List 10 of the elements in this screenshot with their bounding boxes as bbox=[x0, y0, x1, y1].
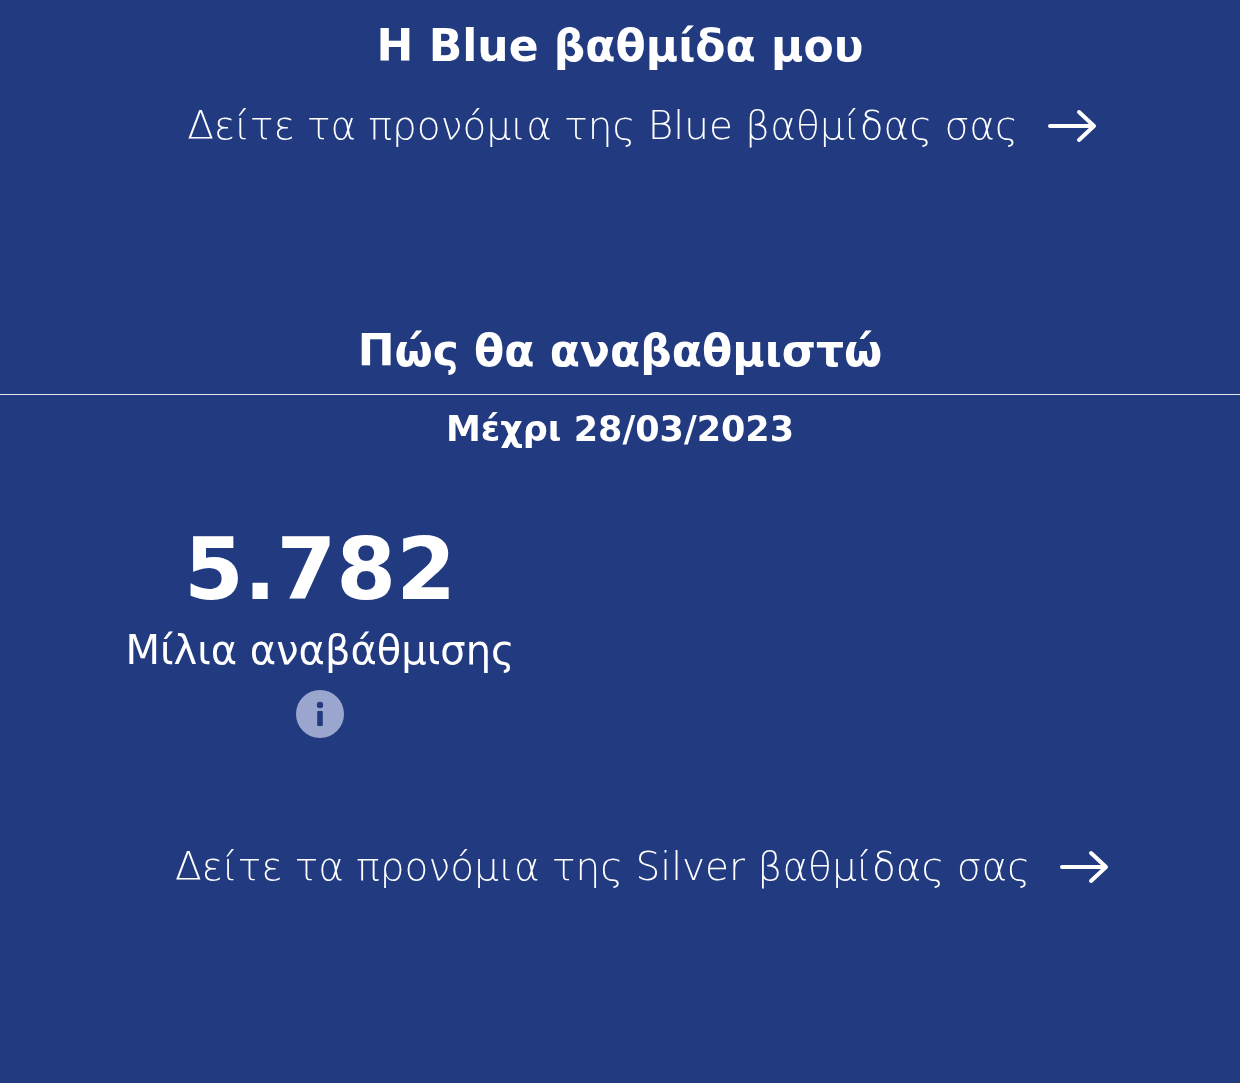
arrow-right-icon bbox=[1047, 109, 1098, 144]
page-title: Η Blue βαθμίδα μου bbox=[375, 19, 865, 73]
next-tier-benefits-link[interactable]: Δείτε τα προνόμια της Silver βαθμίδας σας bbox=[174, 837, 1111, 897]
section-title: Πώς θα αναβαθμιστώ bbox=[356, 325, 884, 379]
miles-label: Μίλια αναβάθμισης bbox=[125, 625, 515, 675]
miles-value: 5.782 bbox=[184, 525, 456, 612]
arrow-right-icon bbox=[1060, 849, 1111, 884]
deadline-text: Μέχρι 28/03/2023 bbox=[444, 408, 796, 452]
info-icon[interactable] bbox=[296, 689, 344, 738]
tier-benefits-link[interactable]: Δείτε τα προνόμια της Blue βαθμίδας σας bbox=[187, 96, 1098, 156]
